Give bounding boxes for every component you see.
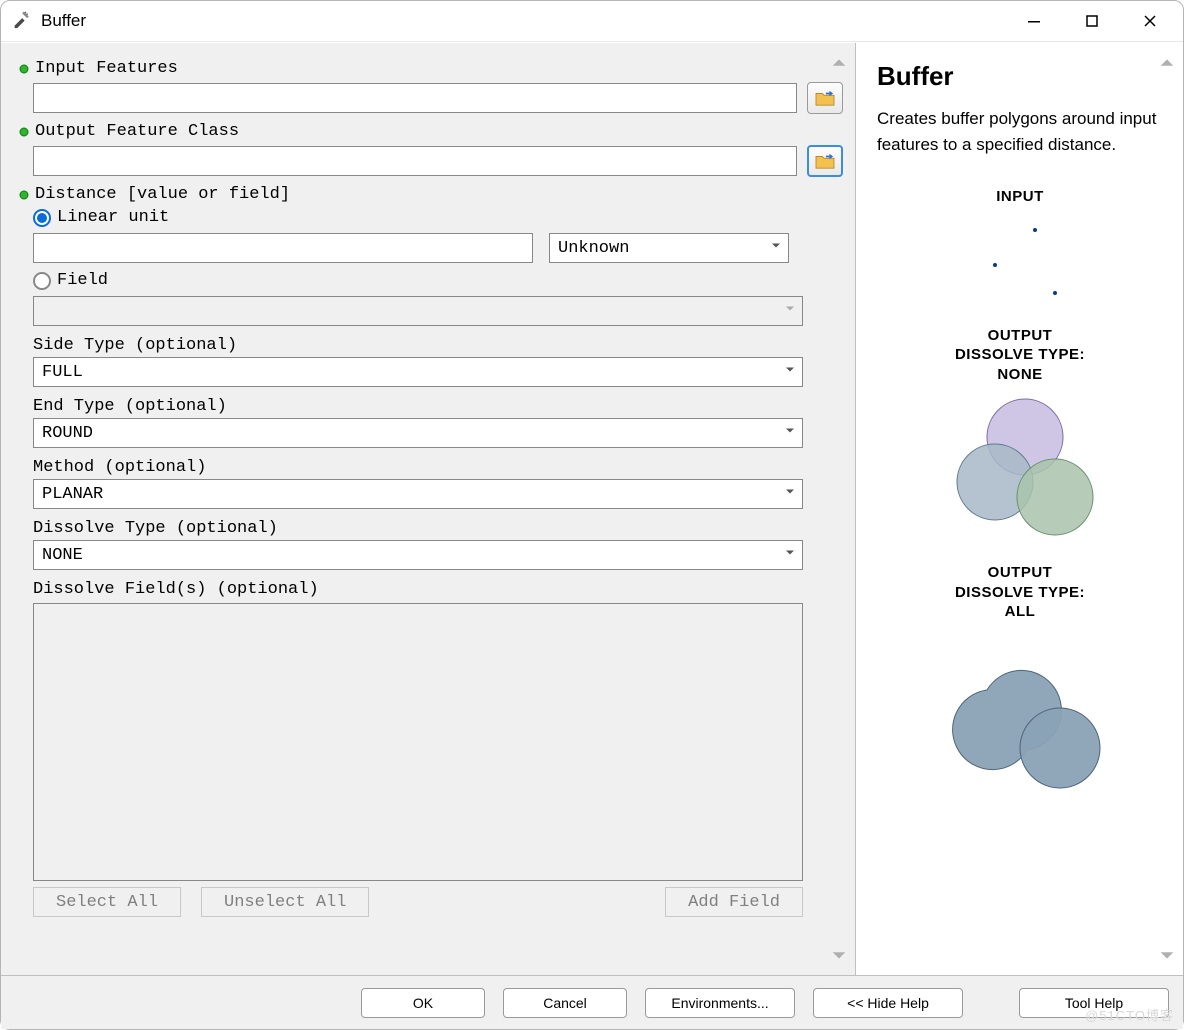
- close-button[interactable]: [1121, 1, 1179, 41]
- field-dropdown: [33, 296, 803, 326]
- input-features-browse-button[interactable]: [807, 82, 843, 114]
- dissolve-type-label: Dissolve Type (optional): [33, 519, 843, 538]
- distance-label-row: Distance [value or field]: [19, 185, 843, 204]
- help-illustration: INPUT OUTPUT DISSOLVE TYPE: NONE OUTPUT …: [877, 187, 1163, 793]
- end-type-dropdown[interactable]: ROUND: [33, 418, 803, 448]
- field-radio-label: Field: [57, 271, 108, 290]
- unselect-all-button[interactable]: Unselect All: [201, 887, 369, 917]
- illustration-dissolve-none-icon: [925, 392, 1115, 542]
- method-dropdown[interactable]: PLANAR: [33, 479, 803, 509]
- field-radio-row[interactable]: Field: [33, 271, 843, 290]
- footer-buttons: OK Cancel Environments... << Hide Help T…: [1, 975, 1183, 1029]
- end-type-label: End Type (optional): [33, 397, 843, 416]
- linear-unit-radio[interactable]: [33, 209, 51, 227]
- hammer-icon: [13, 9, 33, 32]
- linear-unit-units-dropdown[interactable]: Unknown: [549, 233, 789, 263]
- scroll-down-icon[interactable]: [829, 945, 849, 965]
- parameters-pane: Input Features Outpu: [1, 43, 856, 975]
- illustration-dissolve-all-icon: [925, 630, 1115, 790]
- linear-unit-label: Linear unit: [57, 208, 169, 227]
- cancel-button[interactable]: Cancel: [503, 988, 627, 1018]
- output-fc-label: Output Feature Class: [35, 122, 239, 141]
- dissolve-type-dropdown[interactable]: NONE: [33, 540, 803, 570]
- illustration-input-points-icon: [935, 215, 1105, 305]
- illustration-none-label: OUTPUT DISSOLVE TYPE: NONE: [877, 326, 1163, 385]
- field-dropdown-row: [33, 296, 803, 326]
- linear-unit-input[interactable]: [33, 233, 533, 263]
- dissolve-fields-label: Dissolve Field(s) (optional): [33, 580, 843, 599]
- maximize-button[interactable]: [1063, 1, 1121, 41]
- tool-help-button[interactable]: Tool Help: [1019, 988, 1169, 1018]
- chevron-down-icon: [784, 485, 796, 504]
- required-icon: [19, 64, 29, 74]
- illustration-input-label: INPUT: [877, 187, 1163, 207]
- illustration-all-label: OUTPUT DISSOLVE TYPE: ALL: [877, 563, 1163, 622]
- help-pane: Buffer Creates buffer polygons around in…: [856, 43, 1183, 975]
- output-fc-label-row: Output Feature Class: [19, 122, 843, 141]
- chevron-down-icon: [784, 546, 796, 565]
- output-fc-input[interactable]: [33, 146, 797, 176]
- linear-unit-units-value: Unknown: [558, 239, 629, 258]
- environments-button[interactable]: Environments...: [645, 988, 795, 1018]
- dissolve-fields-buttons: Select All Unselect All Add Field: [33, 887, 803, 917]
- dissolve-fields-listbox[interactable]: [33, 603, 803, 881]
- dissolve-type-value: NONE: [42, 546, 83, 565]
- chevron-down-icon: [784, 424, 796, 443]
- linear-unit-row: Unknown: [33, 233, 843, 263]
- hide-help-button[interactable]: << Hide Help: [813, 988, 963, 1018]
- window-title: Buffer: [41, 11, 1005, 31]
- help-scroll-up-icon[interactable]: [1157, 53, 1177, 73]
- side-type-label: Side Type (optional): [33, 336, 843, 355]
- method-value: PLANAR: [42, 485, 103, 504]
- linear-unit-radio-row[interactable]: Linear unit: [33, 208, 843, 227]
- required-icon: [19, 127, 29, 137]
- add-field-button[interactable]: Add Field: [665, 887, 803, 917]
- output-fc-row: [33, 145, 843, 177]
- client-area: Input Features Outpu: [1, 41, 1183, 1029]
- help-title: Buffer: [877, 61, 1163, 92]
- scroll-up-icon[interactable]: [829, 53, 849, 73]
- help-description: Creates buffer polygons around input fea…: [877, 106, 1163, 157]
- field-radio[interactable]: [33, 272, 51, 290]
- help-scroll-down-icon[interactable]: [1157, 945, 1177, 965]
- side-type-dropdown[interactable]: FULL: [33, 357, 803, 387]
- minimize-button[interactable]: [1005, 1, 1063, 41]
- buffer-tool-window: Buffer: [0, 0, 1184, 1030]
- input-features-label-row: Input Features: [19, 59, 843, 78]
- input-features-input[interactable]: [33, 83, 797, 113]
- chevron-down-icon: [784, 363, 796, 382]
- chevron-down-icon: [784, 302, 796, 321]
- input-features-row: [33, 82, 843, 114]
- chevron-down-icon: [770, 239, 782, 258]
- method-label: Method (optional): [33, 458, 843, 477]
- select-all-button[interactable]: Select All: [33, 887, 181, 917]
- distance-label: Distance [value or field]: [35, 185, 290, 204]
- main-panes: Input Features Outpu: [1, 42, 1183, 975]
- titlebar: Buffer: [1, 1, 1183, 41]
- end-type-value: ROUND: [42, 424, 93, 443]
- output-fc-browse-button[interactable]: [807, 145, 843, 177]
- input-features-label: Input Features: [35, 59, 178, 78]
- window-controls: [1005, 1, 1179, 41]
- ok-button[interactable]: OK: [361, 988, 485, 1018]
- required-icon: [19, 190, 29, 200]
- side-type-value: FULL: [42, 363, 83, 382]
